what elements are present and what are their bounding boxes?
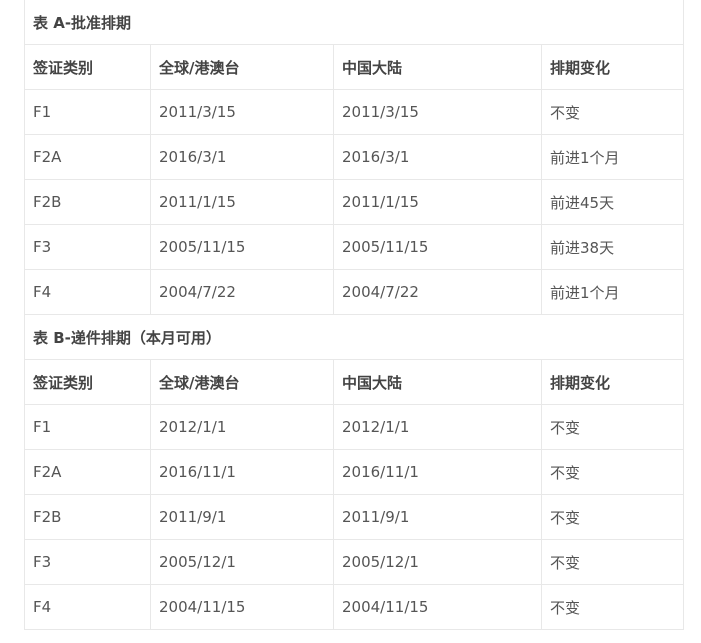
table-b-header-row: 签证类别 全球/港澳台 中国大陆 排期变化 bbox=[24, 359, 684, 405]
header-visa-category: 签证类别 bbox=[24, 44, 151, 90]
header-mainland-china: 中国大陆 bbox=[333, 359, 542, 405]
cell-china-date: 2012/1/1 bbox=[333, 404, 542, 450]
cell-china-date: 2011/9/1 bbox=[333, 494, 542, 540]
table-row: F2B 2011/1/15 2011/1/15 前进45天 bbox=[24, 179, 684, 225]
cell-global-date: 2005/11/15 bbox=[150, 224, 334, 270]
cell-china-date: 2004/7/22 bbox=[333, 269, 542, 315]
cell-visa-category: F1 bbox=[24, 89, 151, 135]
cell-change: 不变 bbox=[541, 494, 684, 540]
cell-china-date: 2005/12/1 bbox=[333, 539, 542, 585]
cell-china-date: 2005/11/15 bbox=[333, 224, 542, 270]
cell-global-date: 2004/7/22 bbox=[150, 269, 334, 315]
header-date-change: 排期变化 bbox=[541, 359, 684, 405]
table-a-header-row: 签证类别 全球/港澳台 中国大陆 排期变化 bbox=[24, 44, 684, 90]
table-body: 表 A-批准排期 签证类别 全球/港澳台 中国大陆 排期变化 F1 2011/3… bbox=[24, 0, 684, 630]
table-a-title: 表 A-批准排期 bbox=[24, 0, 684, 45]
table-a-title-row: 表 A-批准排期 bbox=[24, 0, 684, 45]
cell-change: 不变 bbox=[541, 404, 684, 450]
header-date-change: 排期变化 bbox=[541, 44, 684, 90]
cell-global-date: 2011/1/15 bbox=[150, 179, 334, 225]
cell-china-date: 2011/3/15 bbox=[333, 89, 542, 135]
cell-global-date: 2016/3/1 bbox=[150, 134, 334, 180]
cell-change: 前进38天 bbox=[541, 224, 684, 270]
visa-bulletin-tables: 表 A-批准排期 签证类别 全球/港澳台 中国大陆 排期变化 F1 2011/3… bbox=[24, 0, 684, 630]
cell-visa-category: F4 bbox=[24, 269, 151, 315]
cell-change: 不变 bbox=[541, 584, 684, 630]
table-row: F3 2005/11/15 2005/11/15 前进38天 bbox=[24, 224, 684, 270]
table-row: F2A 2016/3/1 2016/3/1 前进1个月 bbox=[24, 134, 684, 180]
cell-visa-category: F1 bbox=[24, 404, 151, 450]
cell-visa-category: F2A bbox=[24, 134, 151, 180]
cell-global-date: 2012/1/1 bbox=[150, 404, 334, 450]
cell-change: 前进45天 bbox=[541, 179, 684, 225]
table-b-title-row: 表 B-递件排期（本月可用） bbox=[24, 314, 684, 360]
table-row: F4 2004/7/22 2004/7/22 前进1个月 bbox=[24, 269, 684, 315]
cell-global-date: 2011/3/15 bbox=[150, 89, 334, 135]
header-visa-category: 签证类别 bbox=[24, 359, 151, 405]
cell-visa-category: F3 bbox=[24, 539, 151, 585]
cell-change: 不变 bbox=[541, 449, 684, 495]
cell-china-date: 2016/3/1 bbox=[333, 134, 542, 180]
cell-china-date: 2004/11/15 bbox=[333, 584, 542, 630]
cell-change: 前进1个月 bbox=[541, 269, 684, 315]
cell-global-date: 2016/11/1 bbox=[150, 449, 334, 495]
header-global-hk-macau-taiwan: 全球/港澳台 bbox=[150, 359, 334, 405]
cell-global-date: 2011/9/1 bbox=[150, 494, 334, 540]
cell-china-date: 2016/11/1 bbox=[333, 449, 542, 495]
visa-bulletin-table: 表 A-批准排期 签证类别 全球/港澳台 中国大陆 排期变化 F1 2011/3… bbox=[24, 0, 684, 630]
table-row: F2A 2016/11/1 2016/11/1 不变 bbox=[24, 449, 684, 495]
table-row: F2B 2011/9/1 2011/9/1 不变 bbox=[24, 494, 684, 540]
cell-change: 前进1个月 bbox=[541, 134, 684, 180]
cell-visa-category: F3 bbox=[24, 224, 151, 270]
table-b-title: 表 B-递件排期（本月可用） bbox=[24, 314, 684, 360]
cell-change: 不变 bbox=[541, 89, 684, 135]
cell-change: 不变 bbox=[541, 539, 684, 585]
cell-visa-category: F2A bbox=[24, 449, 151, 495]
cell-china-date: 2011/1/15 bbox=[333, 179, 542, 225]
cell-visa-category: F2B bbox=[24, 179, 151, 225]
cell-visa-category: F2B bbox=[24, 494, 151, 540]
table-row: F1 2011/3/15 2011/3/15 不变 bbox=[24, 89, 684, 135]
header-global-hk-macau-taiwan: 全球/港澳台 bbox=[150, 44, 334, 90]
table-row: F3 2005/12/1 2005/12/1 不变 bbox=[24, 539, 684, 585]
cell-global-date: 2005/12/1 bbox=[150, 539, 334, 585]
cell-visa-category: F4 bbox=[24, 584, 151, 630]
header-mainland-china: 中国大陆 bbox=[333, 44, 542, 90]
table-row: F1 2012/1/1 2012/1/1 不变 bbox=[24, 404, 684, 450]
table-row: F4 2004/11/15 2004/11/15 不变 bbox=[24, 584, 684, 630]
cell-global-date: 2004/11/15 bbox=[150, 584, 334, 630]
